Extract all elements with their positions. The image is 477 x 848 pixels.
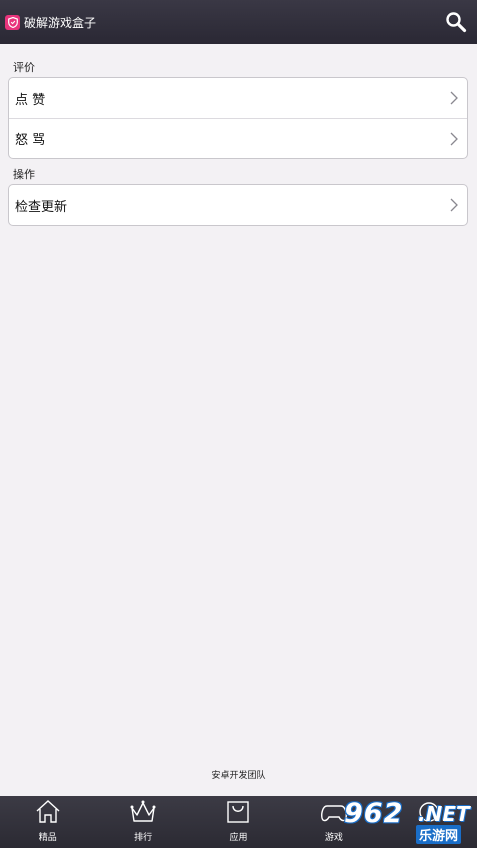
list-item-label: 检查更新	[15, 199, 68, 215]
list-item-scold[interactable]: 怒 骂	[9, 118, 467, 158]
actions-card: 检查更新	[8, 184, 468, 226]
list-item-label: 怒 骂	[15, 133, 46, 148]
nav-label: 排行	[134, 833, 153, 843]
nav-item-ranking[interactable]: 排行	[95, 796, 190, 848]
app-title: 破解游戏盒子	[24, 15, 97, 30]
rating-card: 点 赞 怒 骂	[8, 77, 468, 159]
section-label-actions: 操作	[13, 168, 35, 181]
search-icon[interactable]	[445, 11, 467, 33]
list-item-label: 点 赞	[15, 92, 46, 108]
chevron-right-icon	[450, 132, 458, 146]
chevron-right-icon	[450, 198, 458, 212]
crown-icon	[130, 800, 156, 822]
list-item-like[interactable]: 点 赞	[9, 78, 467, 118]
list-item-check-update[interactable]: 检查更新	[9, 185, 467, 225]
watermark-net: .NET	[418, 802, 470, 826]
nav-item-featured[interactable]: 精品	[0, 796, 95, 848]
home-icon	[36, 800, 60, 823]
watermark-site-name: 乐游网	[416, 825, 462, 844]
nav-label: 应用	[229, 833, 248, 843]
bag-icon	[227, 801, 250, 823]
chevron-right-icon	[450, 91, 458, 105]
section-label-rating: 评价	[13, 61, 35, 74]
watermark-logo: 962 .NET 乐游网	[336, 798, 474, 846]
nav-label: 精品	[38, 833, 57, 843]
watermark-number: 962	[344, 798, 404, 829]
top-app-bar: 破解游戏盒子	[0, 0, 477, 44]
footer-team-text: 安卓开发团队	[211, 771, 266, 781]
nav-item-apps[interactable]: 应用	[191, 796, 286, 848]
shield-icon	[5, 14, 20, 30]
